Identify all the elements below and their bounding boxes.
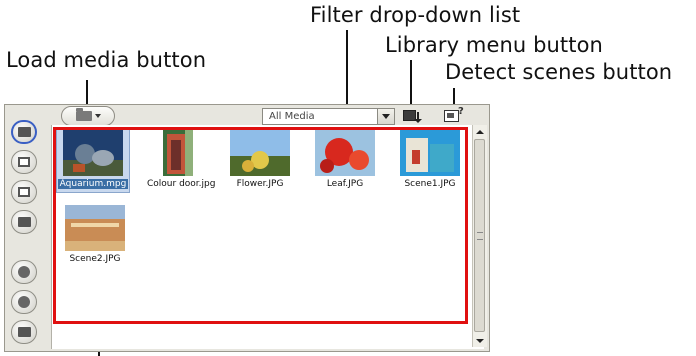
sidebar-title-button[interactable] — [11, 180, 37, 204]
vertical-scrollbar[interactable] — [472, 125, 487, 347]
sidebar-transition-button[interactable] — [11, 150, 37, 174]
question-icon: ? — [458, 106, 464, 117]
title-icon — [18, 187, 30, 197]
library-menu-button[interactable] — [403, 108, 425, 124]
callout-filter-drop-down-list: Filter drop-down list — [310, 3, 521, 27]
callout-library-menu-button: Library menu button — [385, 33, 603, 57]
sidebar-graphic-button[interactable] — [11, 210, 37, 234]
load-media-button[interactable] — [61, 106, 115, 126]
callout-load-media-button: Load media button — [6, 48, 207, 72]
library-sidebar — [8, 118, 40, 348]
frame-icon — [447, 113, 454, 118]
scroll-down-icon[interactable] — [473, 334, 487, 347]
leader-load — [86, 80, 88, 106]
scroll-thumb[interactable] — [474, 139, 485, 332]
chevron-down-icon — [94, 114, 101, 118]
sidebar-filter-button[interactable] — [11, 290, 37, 314]
arrow-down-icon — [414, 112, 422, 123]
media-icon — [17, 127, 31, 137]
sidebar-media-button[interactable] — [11, 120, 37, 144]
filter-selected-value: All Media — [269, 111, 315, 122]
sidebar-video-button[interactable] — [11, 320, 37, 344]
leader-library — [410, 60, 412, 108]
callout-detect-scenes-button: Detect scenes button — [445, 60, 673, 84]
folder-icon — [75, 108, 92, 121]
sidebar-audio-button[interactable] — [11, 260, 37, 284]
filter-dropdown[interactable]: All Media — [262, 108, 395, 125]
grip-icon — [477, 232, 483, 240]
transition-icon — [18, 157, 30, 167]
graphic-icon — [17, 217, 31, 227]
audio-icon — [18, 266, 30, 278]
filter-icon — [18, 296, 30, 308]
media-list-highlight — [53, 127, 468, 324]
dropdown-arrow-icon[interactable] — [377, 109, 394, 124]
detect-scenes-button[interactable]: ? — [441, 106, 465, 125]
scroll-up-icon[interactable] — [473, 125, 487, 138]
leader-filter — [346, 30, 348, 108]
video-icon — [17, 327, 31, 337]
